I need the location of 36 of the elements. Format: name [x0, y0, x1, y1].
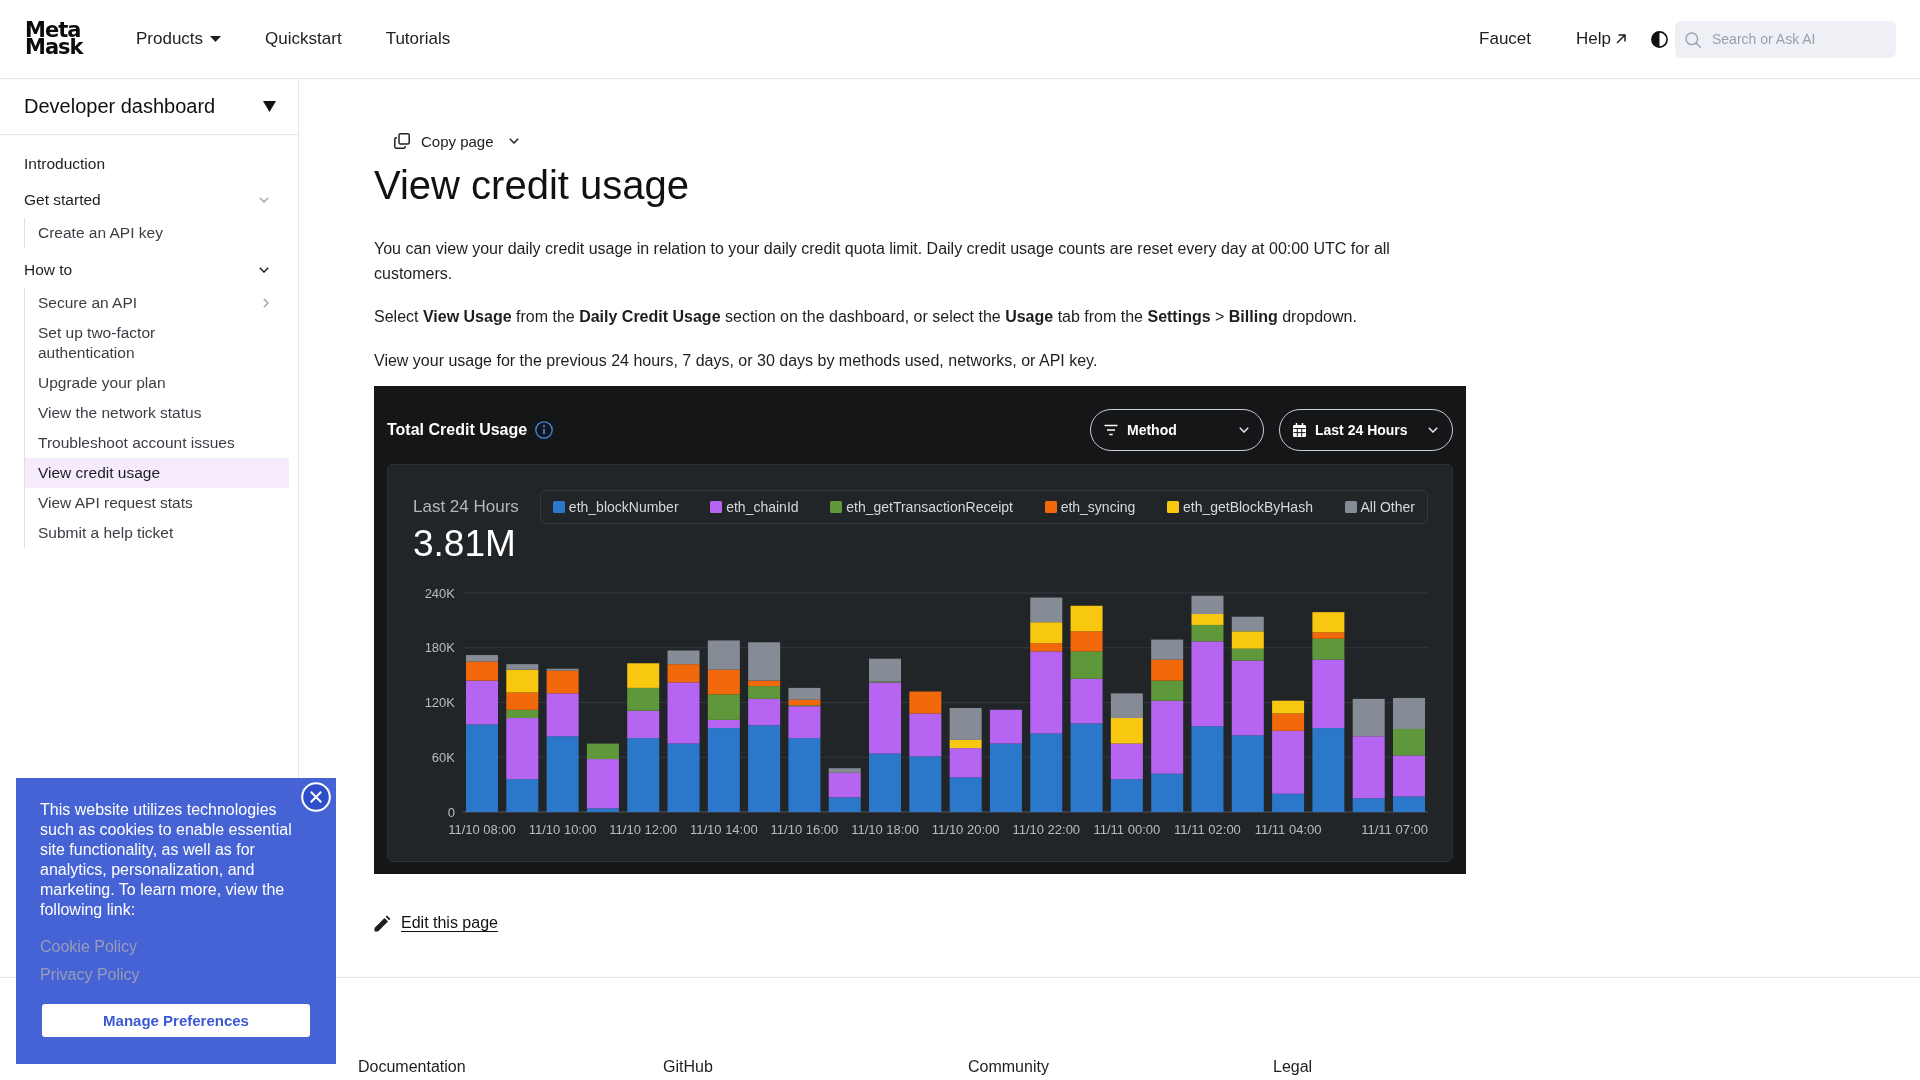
- axis-label: 11/10 16:00: [770, 822, 839, 837]
- axis-label: 11/10 20:00: [931, 822, 1000, 837]
- axis-label: 0: [447, 804, 455, 820]
- legend-label: All Other: [1360, 499, 1415, 515]
- axis-label: 11/10 10:00: [528, 822, 597, 837]
- period-label: Last 24 Hours: [413, 497, 519, 517]
- axis-label: 240K: [424, 585, 455, 601]
- footer-heading: Documentation: [358, 1057, 467, 1077]
- axis-label: 60K: [431, 749, 455, 765]
- paragraph: You can view your daily credit usage in relation to your daily credit quota limit. Daily credit usage counts are reset every day at 00:00 UTC for all customers.: [374, 239, 1391, 284]
- axis-label: 180K: [424, 640, 455, 656]
- legend-label: eth_blockNumber: [568, 499, 679, 515]
- sidebar-title: Developer dashboard: [24, 95, 216, 118]
- legend-label: eth_chainId: [726, 499, 799, 515]
- axis-label: 120K: [424, 695, 455, 710]
- paragraph: Select View Usage from the Daily Credit Usage section on the dashboard, or select the Usage tab from the Settings > Billing dropdown.: [374, 307, 1358, 327]
- axis-label: 11/11 04:00: [1254, 822, 1322, 837]
- footer-heading: Community: [968, 1057, 1050, 1077]
- axis-label: 11/10 08:00: [448, 822, 516, 837]
- total-value: 3.81M: [413, 524, 517, 564]
- legend-label: eth_getBlockByHash: [1182, 499, 1313, 515]
- axis-label: 11/11 00:00: [1093, 822, 1161, 837]
- axis-label: 11/10 22:00: [1012, 822, 1081, 837]
- cookie-text: This website utilizes technologies such as cookies to enable essential site functionality, as well as for analytics, personalization, and marketing. To learn more, view the following link:: [40, 800, 293, 920]
- paragraph: View your usage for the previous 24 hours, 7 days, or 30 days by methods used, networks, or API key.: [374, 350, 1099, 371]
- panel-title: Total Credit Usage: [387, 421, 528, 439]
- axis-label: 11/10 18:00: [851, 822, 919, 837]
- footer-heading: GitHub: [663, 1057, 714, 1077]
- axis-label: 11/10 12:00: [609, 822, 678, 837]
- legend-label: eth_syncing: [1060, 499, 1136, 515]
- axis-label: 11/11 07:00: [1361, 822, 1428, 837]
- axis-label: 11/11 02:00: [1174, 822, 1241, 837]
- legend-label: eth_getTransactionReceipt: [846, 499, 1013, 515]
- axis-label: 11/10 14:00: [689, 822, 758, 837]
- page-title: View credit usage: [374, 162, 690, 209]
- footer-heading: Legal: [1273, 1057, 1314, 1077]
